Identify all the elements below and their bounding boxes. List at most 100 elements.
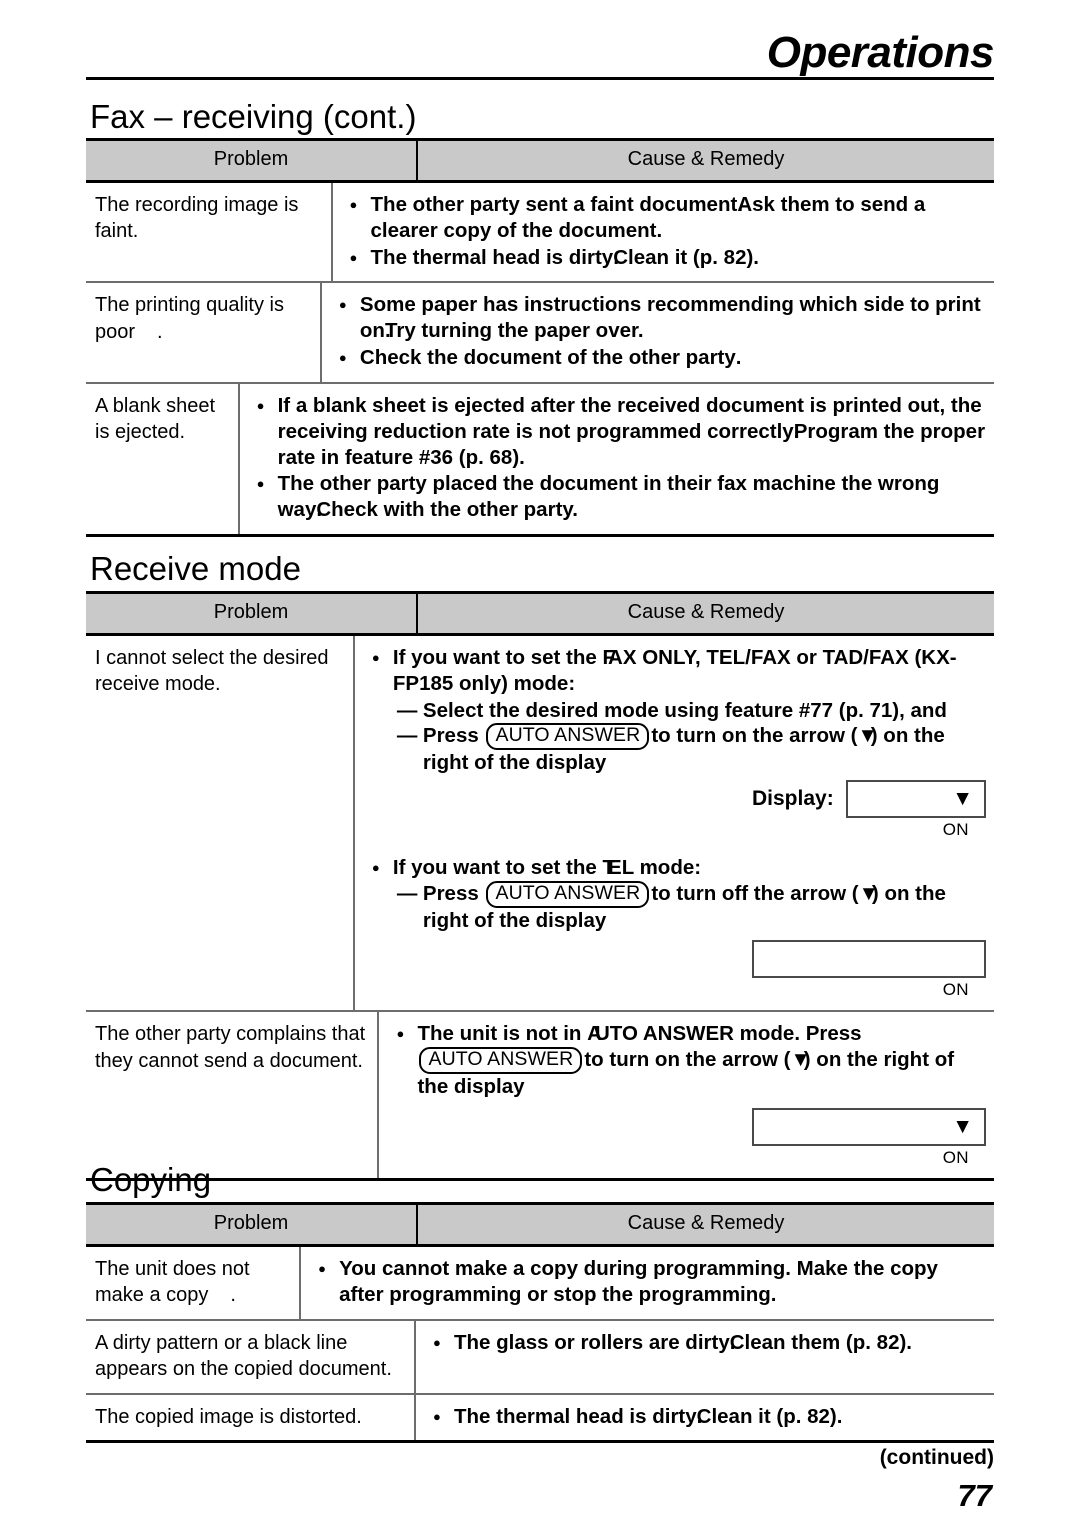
problem-cell: The other party complains that they cann… (86, 1012, 380, 1179)
page-number: 77 (957, 1478, 992, 1513)
down-arrow-icon: ▼ (857, 724, 877, 748)
table-row: A dirty pattern or a black line appears … (86, 1320, 994, 1395)
bullet-text-a: The other party sent a faint document (370, 193, 738, 216)
document-page: Operations Fax – receiving (cont.) Probl… (0, 0, 1080, 1526)
bullet-text-b: UTO ANSWER mode. Press (595, 1022, 862, 1046)
cause-remedy-cell: The other party sent a faint document.As… (333, 183, 994, 281)
bullet-item-auto-answer-mode: The unit is not in AUTO ANSWER mode. Pre… (395, 1021, 988, 1099)
cause-remedy-cell: If you want to set the FAX ONLY, TEL/FAX… (355, 636, 994, 1010)
problem-cell: The unit does not make a copy. (86, 1247, 302, 1319)
bullet-text-b: Try turning the paper over. (384, 319, 644, 343)
column-header-cause-remedy: Cause & Remedy (627, 601, 785, 623)
dash-list: Select the desired mode using feature #7… (371, 698, 988, 776)
bullet-text-a: The thermal head is dirty (454, 1404, 697, 1428)
table-row: The recording image is faint. The other … (86, 183, 994, 284)
bullet-item: The other party sent a faint document.As… (349, 192, 988, 244)
cause-remedy-cell: The glass or rollers are dirty.Clean the… (416, 1321, 994, 1393)
problem-cell: A dirty pattern or a black line appears … (86, 1320, 416, 1393)
section-heading-fax-receiving: Fax – receiving (cont.) (90, 98, 417, 135)
cause-remedy-cell: If a blank sheet is ejected after the re… (240, 384, 994, 534)
dash-list: Press AUTO ANSWERto turn off the arrow (… (371, 881, 988, 934)
problem-cell: The recording image is faint. (86, 183, 333, 282)
table-row: The printing quality is poor. Some paper… (86, 283, 994, 384)
problem-stray-period (138, 220, 160, 242)
lcd-on-label: ON (942, 980, 969, 1000)
column-header-problem: Problem (86, 141, 418, 180)
continued-label: (continued) (879, 1446, 994, 1469)
bullet-text-b: Clean them (p. 82). (729, 1330, 912, 1354)
table-row: A blank sheet is ejected. If a blank she… (86, 383, 994, 535)
problem-text: A dirty pattern or a black line appears … (95, 1331, 392, 1381)
cause-remedy-cell: Some paper has instructions recommending… (322, 283, 994, 381)
bullet-text-a: The thermal head is dirty (370, 245, 614, 269)
bullet-text-b: Clean it (p. 82). (613, 245, 759, 269)
lcd-screen (752, 940, 986, 979)
down-arrow-icon: ▼ (858, 882, 879, 906)
problem-text: The other party complains that they cann… (95, 1023, 366, 1072)
bullet-item: The other party placed the document in t… (256, 471, 988, 523)
cause-remedy-cell: The unit is not in AUTO ANSWER mode. Pre… (379, 1012, 994, 1178)
bullet-item: Check the document of the other party. (338, 345, 988, 371)
bullet-text-a: The glass or rollers are dirty (454, 1330, 730, 1354)
problem-text: The printing quality is poor (95, 294, 284, 343)
bullet-item: You cannot make a copy during programmin… (317, 1256, 988, 1308)
column-header-problem: Problem (86, 594, 418, 633)
auto-answer-key-button[interactable]: AUTO ANSWER (486, 723, 650, 751)
bullet-jam-letter: A (587, 1022, 602, 1046)
bullet-text-a: The unit is not in (417, 1022, 588, 1046)
table-copying: Problem Cause & Remedy The unit does not… (86, 1202, 994, 1444)
lcd-down-arrow-icon: ▼ (952, 1115, 973, 1139)
auto-answer-key-button[interactable]: AUTO ANSWER (419, 1047, 583, 1075)
table-header-row: Problem Cause & Remedy (86, 594, 994, 636)
running-head-title: Operations (766, 28, 995, 77)
table-row: The copied image is distorted. The therm… (86, 1394, 994, 1441)
table-fax-receiving: Problem Cause & Remedy The recording ima… (86, 138, 994, 538)
section-heading-copying: Copying (90, 1161, 212, 1198)
bullet-text-b: Check with the other party. (316, 498, 578, 522)
dash-item-select-mode: Select the desired mode using feature #7… (397, 698, 988, 724)
table-header-row: Problem Cause & Remedy (86, 1205, 994, 1247)
dash-text-pre: Press (422, 882, 479, 906)
bullet-text-b: Clean it (p. 82). (696, 1404, 843, 1428)
down-arrow-icon: ▼ (790, 1048, 810, 1072)
bullet-item: The thermal head is dirty.Clean it (p. 8… (432, 1404, 988, 1430)
bullet-item: If a blank sheet is ejected after the re… (256, 393, 988, 470)
lcd-down-arrow-icon: ▼ (952, 787, 973, 811)
table-receive-mode: Problem Cause & Remedy I cannot select t… (86, 591, 994, 1182)
lcd-on-label: ON (942, 1147, 969, 1167)
table-row: I cannot select the desired receive mode… (86, 636, 994, 1013)
problem-stray-period (185, 421, 207, 443)
column-header-problem: Problem (86, 1205, 418, 1244)
dash-text-pre: Press (422, 724, 479, 748)
bullet-text-a: Check the document of the other party (359, 346, 736, 370)
cause-remedy-cell: The thermal head is dirty.Clean it (p. 8… (416, 1395, 994, 1441)
bullet-text-b: EL mode: (608, 855, 702, 879)
section-heading-receive-mode: Receive mode (90, 550, 301, 587)
bullet-item-fax-only-mode: If you want to set the FAX ONLY, TEL/FAX… (371, 645, 988, 697)
problem-text: The copied image is distorted. (95, 1405, 362, 1428)
bullet-item: The glass or rollers are dirty.Clean the… (432, 1330, 988, 1356)
display-illustration-tel-mode: ON (752, 940, 986, 1000)
problem-cell: I cannot select the desired receive mode… (86, 636, 355, 1011)
problem-stray-period: . (157, 320, 163, 343)
column-header-cause-remedy: Cause & Remedy (627, 148, 785, 170)
dash-text-post-a: to turn off the arrow ( (651, 882, 859, 906)
bullet-item: Some paper has instructions recommending… (338, 292, 988, 344)
bullet-item: The thermal head is dirty.Clean it (p. 8… (349, 245, 988, 271)
auto-answer-key-button[interactable]: AUTO ANSWER (486, 881, 650, 909)
table-header-row: Problem Cause & Remedy (86, 141, 994, 183)
bullet-text-post-a: to turn on the arrow ( (584, 1048, 791, 1072)
problem-stray-period: . (230, 1284, 236, 1307)
display-label: Display: (752, 786, 834, 810)
table-row: The unit does not make a copy. You canno… (86, 1247, 994, 1321)
dash-item-press-auto-answer: Press AUTO ANSWERto turn on the arrow (▼… (397, 723, 988, 776)
problem-text: The recording image is faint. (95, 194, 299, 243)
table-row: The other party complains that they cann… (86, 1012, 994, 1179)
lcd-screen: ▼ (845, 780, 986, 819)
bullet-text-a: If you want to set the (392, 646, 603, 669)
bullet-text-a: If you want to set the (392, 855, 603, 879)
display-illustration-auto-answer: ▼ ON (752, 1107, 986, 1168)
lcd-on-label: ON (942, 820, 969, 840)
problem-text: I cannot select the desired receive mode… (95, 647, 329, 696)
bullet-text-a: You cannot make a copy during programmin… (339, 1257, 938, 1306)
